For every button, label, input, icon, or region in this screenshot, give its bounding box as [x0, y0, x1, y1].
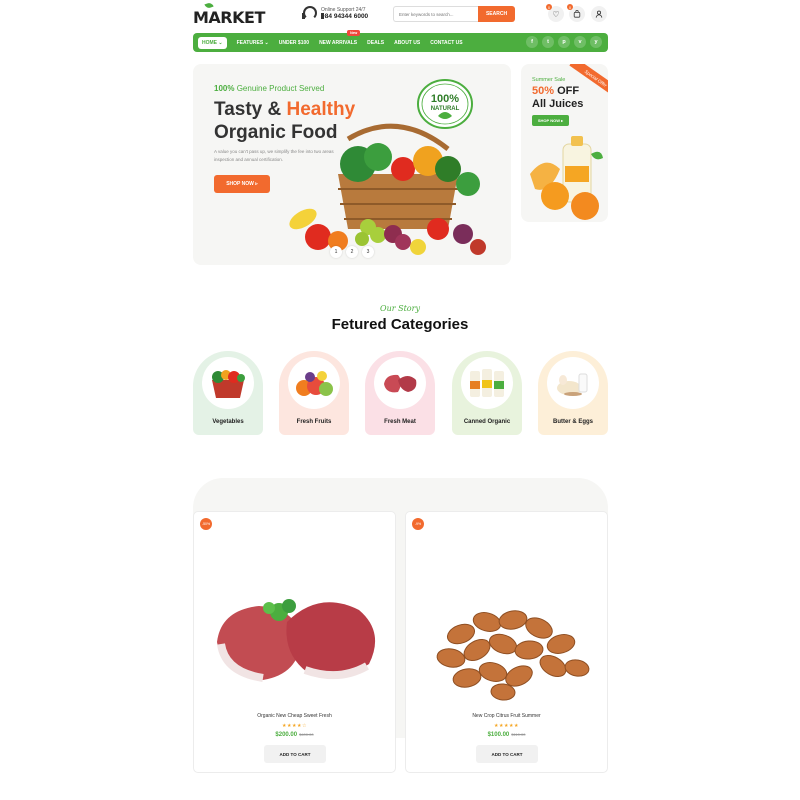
social-links: f t p v y [526, 36, 602, 48]
category-vegetables[interactable]: Vegetables [193, 351, 263, 435]
search-input[interactable] [393, 6, 478, 22]
nav-features[interactable]: FEATURES ⌄ [237, 40, 269, 46]
account-button[interactable] [591, 6, 607, 22]
discount-badge: -9% [412, 518, 424, 530]
fruits-image [296, 371, 333, 396]
category-label: Butter & Eggs [552, 419, 593, 425]
promo-label: Summer Sale [532, 77, 566, 83]
main-nav: HOME ⌄ FEATURES ⌄ UNDER $100 NEW ARRIVAL… [193, 29, 608, 52]
product-price: $200.00 $400.00 [275, 732, 314, 738]
categories-subtitle: Our Story [380, 304, 420, 313]
meat-image [384, 374, 417, 393]
online-support: Online Support 24/7 +84 94344 6000 [302, 6, 368, 20]
summer-sale-promo: Special Offer Summer Sale 50% OFF All Ju… [521, 64, 608, 222]
promo-title: 50% OFF All Juices [532, 85, 584, 110]
vimeo-icon[interactable]: v [574, 36, 586, 48]
slide-dot-2[interactable]: 2 [346, 246, 358, 258]
wishlist-count-badge: 0 [546, 4, 552, 10]
vegetables-image [212, 370, 245, 398]
rating-stars: ★★★★☆ [282, 723, 307, 729]
discount-badge: -50% [200, 518, 212, 530]
category-label: Vegetables [212, 419, 244, 425]
category-butter-eggs[interactable]: Butter & Eggs [538, 351, 608, 435]
product-image-meat [217, 599, 376, 682]
slide-dot-3[interactable]: 3 [362, 246, 374, 258]
bag-icon [573, 10, 581, 18]
wishlist-button[interactable]: 0 ♡ [546, 4, 564, 22]
nav-about-us[interactable]: ABOUT US [394, 40, 420, 46]
new-badge: New [347, 29, 361, 36]
product-image-almonds [436, 610, 590, 701]
logo[interactable]: MARKET [193, 1, 265, 27]
categories-title: Fetured Categories [331, 316, 469, 333]
category-fresh-fruits[interactable]: Fresh Fruits [279, 351, 349, 435]
category-canned-organic[interactable]: Canned Organic [452, 351, 522, 435]
heart-icon: ♡ [552, 9, 560, 19]
add-to-cart-button[interactable]: ADD TO CART [476, 745, 538, 763]
headset-icon [302, 6, 324, 20]
nav-under-100[interactable]: UNDER $100 [279, 40, 309, 46]
slide-dot-1[interactable]: 1 [330, 246, 342, 258]
search-button[interactable]: SEARCH [478, 6, 515, 22]
nav-home[interactable]: HOME ⌄ [198, 36, 227, 49]
hero-tagline: 100% Genuine Product Served [214, 84, 325, 93]
youtube-icon[interactable]: y [590, 36, 602, 48]
add-to-cart-button[interactable]: ADD TO CART [264, 745, 326, 763]
search-bar: SEARCH [393, 6, 515, 22]
product-card[interactable]: -50% Organic New Cheap Sweet Fresh ★★★★☆… [193, 511, 396, 773]
canned-organic-image [470, 369, 504, 397]
hero-slider-dots: 1 2 3 [330, 246, 374, 258]
product-card[interactable]: -9% New Crop Citrus Fruit Summer ★★★★★ $… [405, 511, 608, 773]
pinterest-icon[interactable]: p [558, 36, 570, 48]
cart-count-badge: 0 [567, 4, 573, 10]
promo-shop-now-button[interactable]: SHOP NOW ▸ [532, 115, 569, 126]
vegetable-basket-image [289, 123, 486, 255]
svg-text:100%: 100% [431, 93, 459, 105]
category-label: Canned Organic [463, 419, 511, 425]
product-price: $100.00 $110.00 [487, 732, 526, 738]
category-label: Fresh Fruits [296, 419, 332, 425]
nav-deals[interactable]: DEALS [367, 40, 384, 46]
product-name[interactable]: Organic New Cheap Sweet Fresh [194, 713, 395, 719]
support-phone[interactable]: +84 94344 6000 [321, 13, 368, 20]
page: MARKET Online Support 24/7 +84 94344 600… [0, 0, 800, 800]
logo-text: MARKET [193, 8, 265, 27]
hero-banner: 100% Genuine Product Served Tasty & Heal… [193, 64, 511, 265]
butter-eggs-image [557, 373, 588, 396]
nav-contact-us[interactable]: CONTACT US [430, 40, 462, 46]
rating-stars: ★★★★★ [494, 723, 519, 729]
category-label: Fresh Meat [384, 419, 416, 425]
user-icon [595, 10, 603, 18]
twitter-icon[interactable]: t [542, 36, 554, 48]
category-fresh-meat[interactable]: Fresh Meat [365, 351, 435, 435]
facebook-icon[interactable]: f [526, 36, 538, 48]
cart-button[interactable]: 0 [567, 4, 585, 22]
nav-new-arrivals[interactable]: NEW ARRIVALS New [319, 29, 361, 46]
product-name[interactable]: New Crop Citrus Fruit Summer [406, 713, 607, 719]
hero-shop-now-button[interactable]: SHOP NOW ▹ [214, 175, 270, 193]
juice-bottle-image [530, 136, 603, 220]
svg-text:NATURAL: NATURAL [431, 106, 460, 112]
